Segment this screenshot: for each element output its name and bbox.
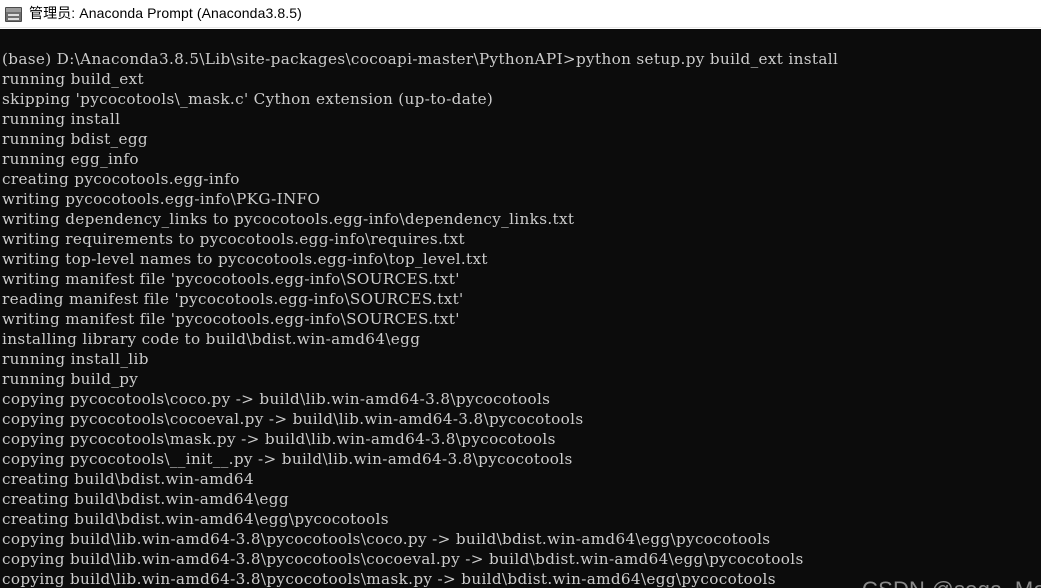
console-output-line: writing pycocotools.egg-info\PKG-INFO: [2, 190, 321, 208]
console-output-line: running build_py: [2, 370, 139, 388]
console-output-line: running install: [2, 110, 121, 128]
console-output-line: writing dependency_links to pycocotools.…: [2, 210, 575, 228]
console-output-line: copying pycocotools\coco.py -> build\lib…: [2, 390, 551, 408]
console-output-line: copying pycocotools\mask.py -> build\lib…: [2, 430, 556, 448]
console-output-line: creating build\bdist.win-amd64: [2, 470, 254, 488]
window-titlebar[interactable]: 管理员: Anaconda Prompt (Anaconda3.8.5): [0, 0, 1041, 28]
console-output-line: creating pycocotools.egg-info: [2, 170, 240, 188]
console-prompt-line: (base) D:\Anaconda3.8.5\Lib\site-package…: [2, 50, 839, 68]
console-window: 管理员: Anaconda Prompt (Anaconda3.8.5) (ba…: [0, 0, 1041, 588]
console-output-line: copying build\lib.win-amd64-3.8\pycocoto…: [2, 570, 776, 588]
console-output-line: writing manifest file 'pycocotools.egg-i…: [2, 270, 460, 288]
console-output-line: writing manifest file 'pycocotools.egg-i…: [2, 310, 460, 328]
console-output-line: running egg_info: [2, 150, 139, 168]
console-output-line: running build_ext: [2, 70, 144, 88]
console-output-line: copying build\lib.win-amd64-3.8\pycocoto…: [2, 530, 771, 548]
console-output-line: copying build\lib.win-amd64-3.8\pycocoto…: [2, 550, 804, 568]
console-window-icon: [5, 6, 22, 22]
console-output-line: creating build\bdist.win-amd64\egg: [2, 490, 289, 508]
console-line-list: (base) D:\Anaconda3.8.5\Lib\site-package…: [2, 49, 1041, 588]
console-output-line: installing library code to build\bdist.w…: [2, 330, 421, 348]
console-output-line: skipping 'pycocotools\_mask.c' Cython ex…: [2, 90, 494, 108]
console-output-line: running bdist_egg: [2, 130, 148, 148]
console-output-line: copying pycocotools\cocoeval.py -> build…: [2, 410, 584, 428]
window-title: 管理员: Anaconda Prompt (Anaconda3.8.5): [29, 5, 302, 21]
console-output-area[interactable]: (base) D:\Anaconda3.8.5\Lib\site-package…: [0, 29, 1041, 588]
console-output-line: running install_lib: [2, 350, 149, 368]
console-output-line: creating build\bdist.win-amd64\egg\pycoc…: [2, 510, 389, 528]
console-output-line: copying pycocotools\__init__.py -> build…: [2, 450, 573, 468]
console-output-line: writing requirements to pycocotools.egg-…: [2, 230, 465, 248]
console-output-line: reading manifest file 'pycocotools.egg-i…: [2, 290, 464, 308]
console-output-line: writing top-level names to pycocotools.e…: [2, 250, 488, 268]
